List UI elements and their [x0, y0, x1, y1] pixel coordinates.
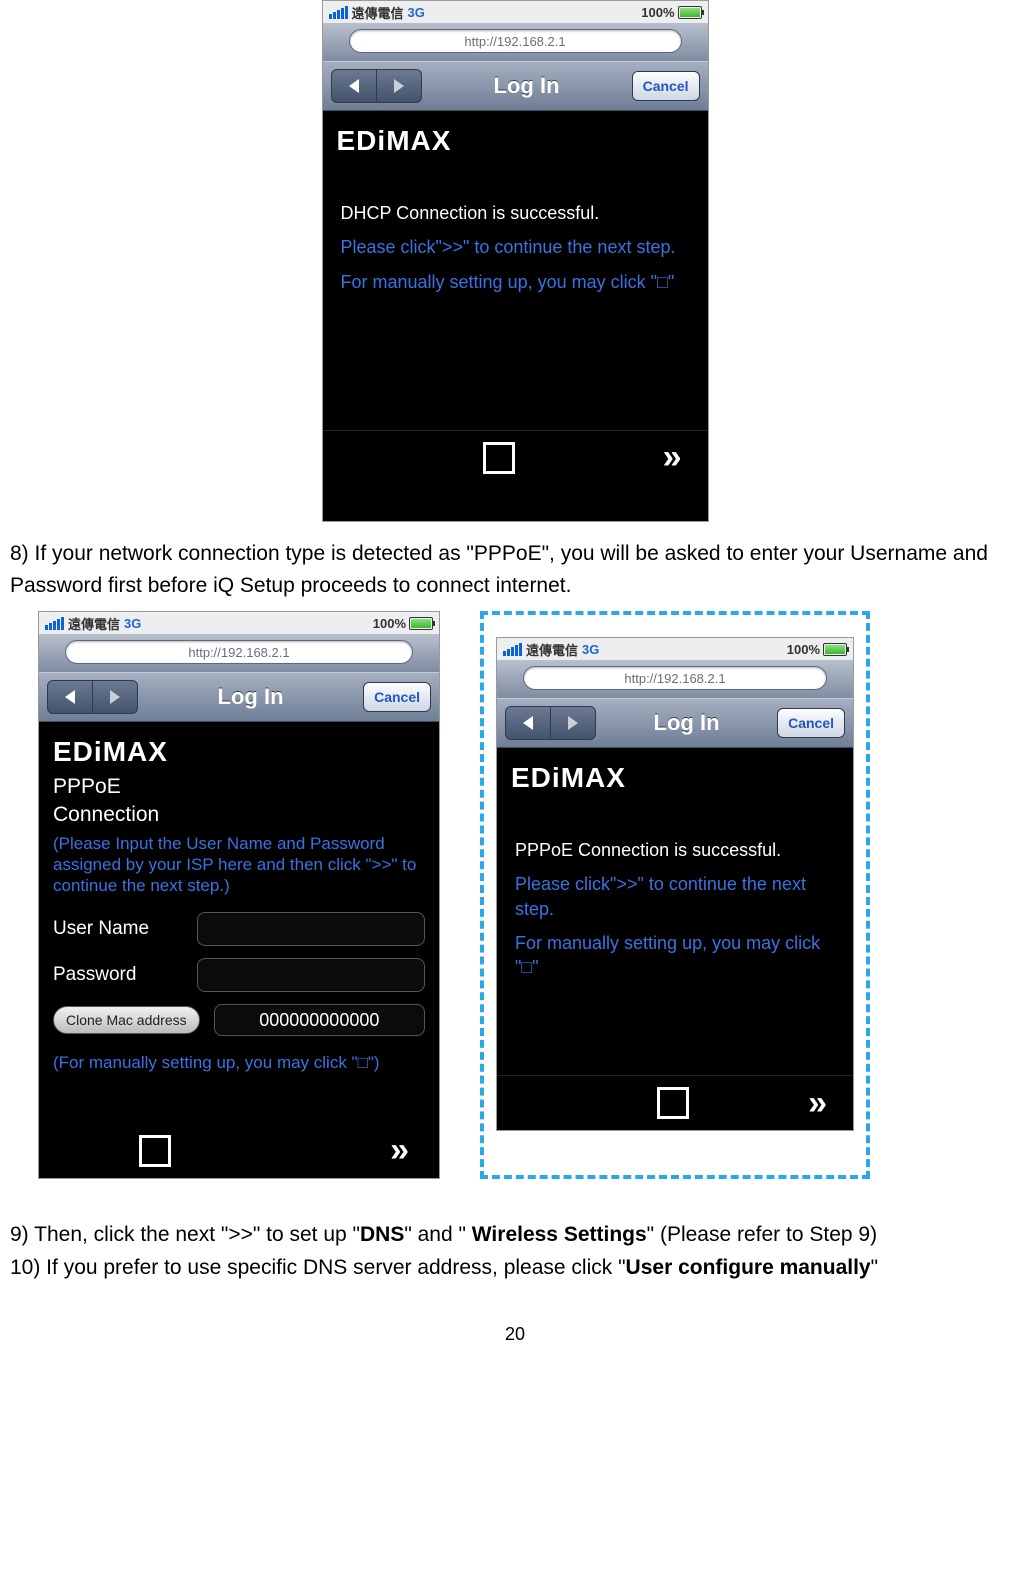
- username-label: User Name: [53, 918, 183, 940]
- username-input[interactable]: [197, 912, 425, 946]
- screenshot-dhcp-success: 遠傳電信 3G 100% http://192.168.2.1 Log In C…: [322, 0, 709, 522]
- forward-icon: [110, 690, 120, 704]
- step9-text: 9) Then, click the next ">>" to set up "…: [10, 1219, 1020, 1251]
- forward-icon: [394, 79, 404, 93]
- cancel-button[interactable]: Cancel: [777, 708, 845, 738]
- cancel-button[interactable]: Cancel: [363, 682, 431, 712]
- battery-icon: [823, 643, 847, 656]
- page-title: Log In: [604, 710, 769, 736]
- step8-text: 8) If your network connection type is de…: [10, 538, 1020, 601]
- title-bar: Log In Cancel: [323, 61, 708, 111]
- back-icon: [349, 79, 359, 93]
- next-button[interactable]: »: [808, 1084, 821, 1123]
- battery-pct: 100%: [641, 5, 674, 20]
- url-bar: http://192.168.2.1: [497, 660, 853, 698]
- title-bar: Log In Cancel: [497, 698, 853, 748]
- network-label: 3G: [124, 616, 141, 631]
- cancel-button[interactable]: Cancel: [632, 71, 700, 101]
- brand-logo: EDiMAX: [39, 732, 439, 772]
- url-field[interactable]: http://192.168.2.1: [65, 640, 413, 664]
- back-icon: [523, 716, 533, 730]
- signal-icon: [45, 617, 64, 630]
- instruction-line2: For manually setting up, you may click "…: [341, 270, 690, 294]
- status-bar: 遠傳電信 3G 100%: [323, 1, 708, 23]
- manual-setup-button[interactable]: [139, 1135, 171, 1167]
- manual-setup-button[interactable]: [483, 442, 515, 474]
- mac-address-field[interactable]: 000000000000: [214, 1004, 425, 1036]
- instruction-line2: For manually setting up, you may click "…: [515, 931, 835, 980]
- manual-hint: (For manually setting up, you may click …: [39, 1042, 439, 1083]
- page-title: Log In: [146, 684, 355, 710]
- next-button[interactable]: »: [663, 438, 676, 477]
- forward-button[interactable]: [93, 680, 138, 714]
- brand-logo: EDiMAX: [323, 121, 708, 171]
- title-bar: Log In Cancel: [39, 672, 439, 722]
- carrier-label: 遠傳電信: [68, 614, 120, 633]
- battery-pct: 100%: [787, 642, 820, 657]
- forward-icon: [568, 716, 578, 730]
- signal-icon: [503, 643, 522, 656]
- highlighted-screenshot: 遠傳電信 3G 100% http://192.168.2.1: [480, 611, 870, 1179]
- pppoe-heading2: Connection: [39, 800, 439, 828]
- status-bar: 遠傳電信 3G 100%: [497, 638, 853, 660]
- url-field[interactable]: http://192.168.2.1: [349, 29, 682, 53]
- back-icon: [65, 690, 75, 704]
- page-title: Log In: [430, 73, 624, 99]
- battery-icon: [409, 617, 433, 630]
- url-bar: http://192.168.2.1: [323, 23, 708, 61]
- screenshot-pppoe-success: 遠傳電信 3G 100% http://192.168.2.1: [496, 637, 854, 1131]
- step10-text: 10) If you prefer to use specific DNS se…: [10, 1252, 1020, 1284]
- instruction-line1: Please click">>" to continue the next st…: [515, 872, 835, 921]
- forward-button[interactable]: [551, 706, 596, 740]
- pppoe-heading1: PPPoE: [39, 772, 439, 800]
- manual-setup-button[interactable]: [657, 1087, 689, 1119]
- forward-button[interactable]: [377, 69, 422, 103]
- password-input[interactable]: [197, 958, 425, 992]
- status-heading: DHCP Connection is successful.: [341, 201, 690, 225]
- network-label: 3G: [408, 5, 425, 20]
- carrier-label: 遠傳電信: [352, 3, 404, 22]
- pppoe-hint: (Please Input the User Name and Password…: [39, 829, 439, 907]
- page-number: 20: [10, 1324, 1020, 1345]
- status-bar: 遠傳電信 3G 100%: [39, 612, 439, 634]
- instruction-line1: Please click">>" to continue the next st…: [341, 235, 690, 259]
- url-field[interactable]: http://192.168.2.1: [523, 666, 827, 690]
- clone-mac-button[interactable]: Clone Mac address: [53, 1006, 200, 1034]
- screenshot-pppoe-form: 遠傳電信 3G 100% http://192.168.2.1 Log In C…: [38, 611, 440, 1179]
- signal-icon: [329, 6, 348, 19]
- back-button[interactable]: [505, 706, 551, 740]
- status-heading: PPPoE Connection is successful.: [515, 838, 835, 862]
- battery-icon: [678, 6, 702, 19]
- password-label: Password: [53, 964, 183, 986]
- network-label: 3G: [582, 642, 599, 657]
- carrier-label: 遠傳電信: [526, 640, 578, 659]
- url-bar: http://192.168.2.1: [39, 634, 439, 672]
- back-button[interactable]: [331, 69, 377, 103]
- brand-logo: EDiMAX: [497, 758, 853, 808]
- next-button[interactable]: »: [390, 1131, 403, 1170]
- back-button[interactable]: [47, 680, 93, 714]
- battery-pct: 100%: [373, 616, 406, 631]
